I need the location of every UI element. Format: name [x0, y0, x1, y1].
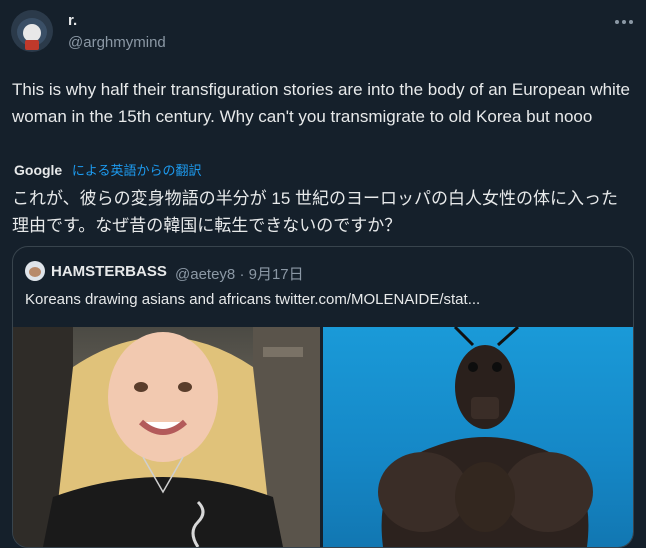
user-avatar[interactable] [11, 10, 53, 52]
media-illustration-right[interactable] [323, 327, 633, 547]
quoted-user-avatar[interactable] [25, 261, 45, 281]
media-photo-left[interactable] [13, 327, 320, 547]
meta-separator: · [239, 266, 245, 283]
quoted-meta: @aetey8 · 9月17日 [175, 263, 304, 284]
quoted-display-name[interactable]: HAMSTERBASS [51, 263, 167, 280]
quoted-media[interactable] [13, 327, 633, 547]
quoted-date[interactable]: 9月17日 [249, 266, 304, 283]
quoted-handle[interactable]: @aetey8 [175, 266, 235, 283]
translation-source-link[interactable]: による英語からの翻訳 [72, 163, 202, 178]
quoted-text: Koreans drawing asians and africans twit… [25, 291, 481, 308]
quoted-tweet-card[interactable]: HAMSTERBASS @aetey8 · 9月17日 Koreans draw… [12, 246, 634, 548]
google-logo: Google [14, 162, 63, 178]
tweet-text: This is why half their transfiguration s… [12, 80, 631, 126]
user-display-name[interactable]: r. [68, 12, 77, 29]
translated-text: これが、彼らの変身物語の半分が 15 世紀のヨーロッパの白人女性の体に入った理由… [12, 189, 619, 235]
user-handle[interactable]: @arghmymind [68, 34, 166, 51]
more-horizontal-icon[interactable] [612, 10, 636, 34]
translation-attribution: Google による英語からの翻訳 [14, 160, 201, 180]
